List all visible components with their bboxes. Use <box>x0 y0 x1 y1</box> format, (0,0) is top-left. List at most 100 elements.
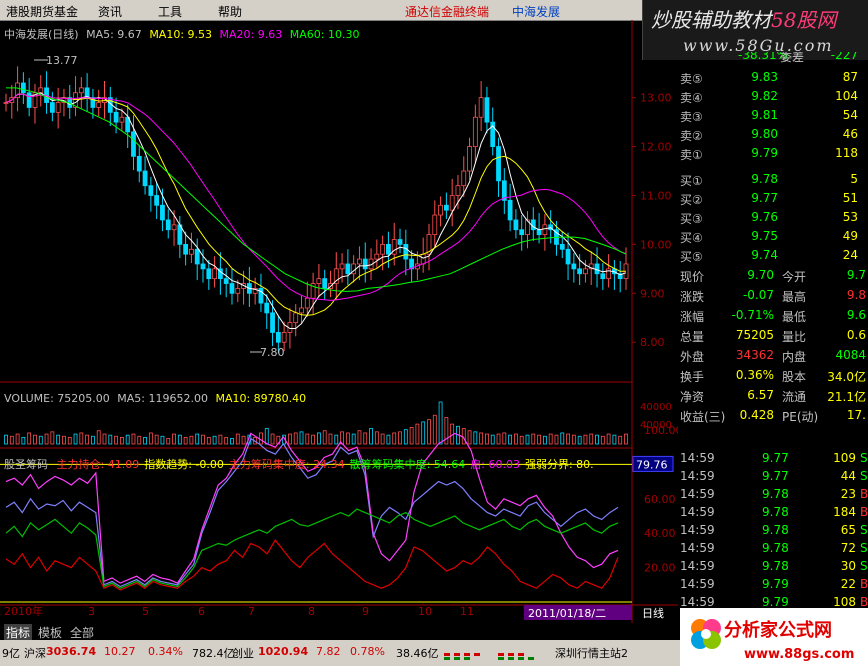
ask-volume: 54 <box>842 108 858 122</box>
menu-tools[interactable]: 工具 <box>158 3 182 20</box>
tick-row[interactable]: 14:59 9.78 65 S <box>678 522 868 540</box>
ask-row[interactable]: 卖① 9.79 118 <box>678 144 868 163</box>
bid-price: 9.76 <box>751 210 778 224</box>
candle-body <box>432 214 438 236</box>
chart-title: 中海发展(日线) <box>4 28 79 41</box>
candle-body <box>235 288 241 294</box>
bid-label: 买① <box>680 174 703 188</box>
volume-bar <box>467 430 472 445</box>
ask-row[interactable]: 卖③ 9.81 54 <box>678 106 868 125</box>
candle-body <box>507 199 513 221</box>
stat-row: 净资 6.57 流通 21.1亿 <box>678 386 868 405</box>
price-tick-label: 13.00 <box>640 92 672 105</box>
tick-row[interactable]: 14:59 9.77 109 S <box>678 450 868 468</box>
period-label: 日线 <box>642 606 664 620</box>
volume-bar <box>108 434 113 445</box>
candle-body <box>142 170 148 187</box>
price-tick-label: 9.00 <box>640 287 665 300</box>
stat-label: 现价 <box>680 270 705 284</box>
tab-template[interactable]: 模板 <box>36 624 64 641</box>
flower-icon <box>691 619 721 649</box>
bid-volume: 49 <box>842 229 858 243</box>
indicator-tick-label: 100.00 <box>644 424 678 437</box>
volume-bar <box>230 438 234 445</box>
tick-flag: S <box>860 469 868 483</box>
ask-label: 卖⑤ <box>680 72 703 86</box>
ask-volume: 104 <box>835 89 858 103</box>
bid-label: 买③ <box>680 212 703 226</box>
candle-body <box>304 297 310 309</box>
tick-flag: S <box>860 523 868 537</box>
volume-bar <box>166 438 171 445</box>
tick-row[interactable]: 14:59 9.77 44 S <box>678 468 868 486</box>
indicator-tick-label: 60.00 <box>644 493 676 506</box>
bid-row[interactable]: 买① 9.78 5 <box>678 170 868 189</box>
tab-indicator[interactable]: 指标 <box>4 624 33 641</box>
volume-bar <box>432 414 437 445</box>
tick-row[interactable]: 14:59 9.78 30 S <box>678 558 868 576</box>
ma5-label: MA5: 9.67 <box>86 28 142 41</box>
tick-row[interactable]: 14:59 9.78 23 B <box>678 486 868 504</box>
x-axis-label: 6 <box>198 605 205 618</box>
tick-volume: 184 <box>833 505 856 519</box>
volume-bar <box>96 430 101 445</box>
ask-row[interactable]: 卖④ 9.82 104 <box>678 87 868 106</box>
ma10-line <box>5 93 626 316</box>
bid-price: 9.74 <box>751 248 778 262</box>
tick-volume: 72 <box>840 541 856 555</box>
volume-bar <box>85 434 90 445</box>
stat-label: 总量 <box>680 330 705 344</box>
candle-body <box>496 146 501 182</box>
candle-body <box>281 332 287 343</box>
x-axis-label: 9 <box>362 605 369 618</box>
candle-body <box>472 116 478 147</box>
indicator-name: 股圣筹码 <box>4 458 48 471</box>
bid-row[interactable]: 买④ 9.75 49 <box>678 227 868 246</box>
volume-bar <box>583 434 588 445</box>
chart-area[interactable]: 13.00 12.00 11.00 10.00 9.00 8.00 13.77 7.80 400… <box>0 20 678 623</box>
volume-bar <box>612 434 617 445</box>
volume-ma10: MA10: 89780.40 <box>215 392 307 405</box>
volume-bar <box>595 434 599 445</box>
candle-body <box>3 102 9 104</box>
quote-header: -38.31% 委差 -227 <box>738 52 858 64</box>
volume-bar <box>67 436 72 445</box>
volume-bar <box>143 436 147 445</box>
volume-bar <box>4 434 8 445</box>
tick-row[interactable]: 14:59 9.79 22 B <box>678 576 868 594</box>
tick-row[interactable]: 14:59 9.78 72 S <box>678 540 868 558</box>
volume-bar <box>403 429 408 445</box>
stat-value: 6.57 <box>747 388 774 402</box>
candle-body <box>316 278 322 284</box>
menu-help[interactable]: 帮助 <box>218 3 242 20</box>
tick-volume: 108 <box>833 595 856 609</box>
bid-row[interactable]: 买② 9.77 51 <box>678 189 868 208</box>
tab-all[interactable]: 全部 <box>68 624 96 641</box>
volume-bar <box>91 435 95 445</box>
indicator-item: 强弱分界: 80. <box>524 458 594 471</box>
volume-bar <box>189 435 194 445</box>
volume-tick-label: 40000 <box>640 402 672 413</box>
stat-label: 涨跌 <box>680 290 705 304</box>
menu-hk-futures[interactable]: 港股期货基金 <box>6 3 78 20</box>
volume-bar <box>264 428 269 445</box>
volume-bar <box>514 433 518 445</box>
volume-bar <box>9 435 14 445</box>
ask-row[interactable]: 卖② 9.80 46 <box>678 125 868 144</box>
candle-body <box>559 243 565 250</box>
volume-bar <box>525 434 530 445</box>
bid-row[interactable]: 买③ 9.76 53 <box>678 208 868 227</box>
volume-bar <box>316 432 321 445</box>
bid-row[interactable]: 买⑤ 9.74 24 <box>678 246 868 265</box>
ask-row[interactable]: 卖⑤ 9.83 87 <box>678 68 868 87</box>
candle-body <box>223 278 229 284</box>
stat-label-2: 今开 <box>782 270 807 284</box>
bid-price: 9.78 <box>751 172 778 186</box>
menu-news[interactable]: 资讯 <box>98 3 122 20</box>
tick-row[interactable]: 14:59 9.78 184 B <box>678 504 868 522</box>
low-marker: 7.80 <box>260 346 285 359</box>
ask-label: 卖② <box>680 129 703 143</box>
volume-bar <box>508 434 513 445</box>
volume-bar <box>299 431 304 445</box>
ma60-line <box>6 87 627 292</box>
